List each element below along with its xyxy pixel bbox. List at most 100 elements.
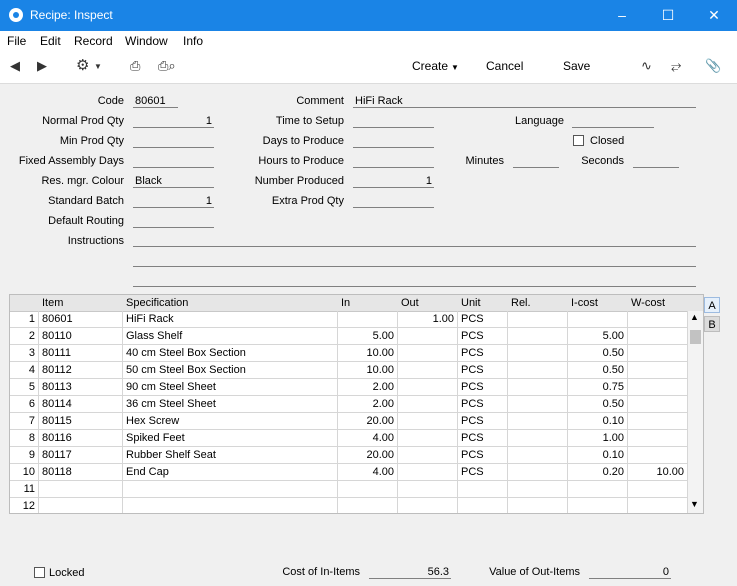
minutes-field[interactable] bbox=[513, 155, 559, 168]
rel-cell[interactable] bbox=[508, 379, 568, 395]
rel-cell[interactable] bbox=[508, 345, 568, 361]
item-cell[interactable]: 80112 bbox=[39, 362, 123, 378]
menu-edit[interactable]: Edit bbox=[40, 34, 61, 48]
specification-cell[interactable]: HiFi Rack bbox=[123, 311, 338, 327]
in-cell[interactable] bbox=[338, 311, 398, 327]
item-cell[interactable] bbox=[39, 481, 123, 497]
save-button[interactable]: Save bbox=[563, 59, 590, 73]
maximize-icon[interactable]: ☐ bbox=[645, 0, 691, 31]
table-row[interactable]: 2 80110 Glass Shelf 5.00 PCS 5.00 bbox=[10, 328, 688, 345]
attachment-icon[interactable]: 📎 bbox=[705, 58, 721, 74]
unit-cell[interactable]: PCS bbox=[458, 396, 508, 412]
table-row[interactable]: 6 80114 36 cm Steel Sheet 2.00 PCS 0.50 bbox=[10, 396, 688, 413]
wcost-cell[interactable] bbox=[628, 396, 688, 412]
icost-cell[interactable]: 0.50 bbox=[568, 345, 628, 361]
item-cell[interactable]: 80118 bbox=[39, 464, 123, 480]
in-cell[interactable]: 20.00 bbox=[338, 447, 398, 463]
icost-cell[interactable]: 0.20 bbox=[568, 464, 628, 480]
unit-cell[interactable]: PCS bbox=[458, 379, 508, 395]
specification-cell[interactable] bbox=[123, 481, 338, 497]
code-field[interactable]: 80601 bbox=[133, 95, 178, 108]
specification-cell[interactable]: Glass Shelf bbox=[123, 328, 338, 344]
wcost-cell[interactable] bbox=[628, 481, 688, 497]
out-cell[interactable] bbox=[398, 430, 458, 446]
wcost-cell[interactable] bbox=[628, 379, 688, 395]
specification-cell[interactable] bbox=[123, 498, 338, 513]
instructions-line-2[interactable] bbox=[133, 266, 696, 267]
rel-cell[interactable] bbox=[508, 396, 568, 412]
tab-a[interactable]: A bbox=[704, 297, 720, 313]
rel-cell[interactable] bbox=[508, 464, 568, 480]
comment-field[interactable]: HiFi Rack bbox=[353, 95, 696, 108]
normal-prod-qty-field[interactable]: 1 bbox=[133, 115, 214, 128]
in-cell[interactable]: 2.00 bbox=[338, 379, 398, 395]
in-cell[interactable]: 20.00 bbox=[338, 413, 398, 429]
specification-cell[interactable]: Hex Screw bbox=[123, 413, 338, 429]
gear-dropdown-icon[interactable]: ▼ bbox=[94, 62, 102, 71]
item-cell[interactable]: 80114 bbox=[39, 396, 123, 412]
previous-record-icon[interactable]: ◀ bbox=[10, 58, 20, 74]
out-cell[interactable]: 1.00 bbox=[398, 311, 458, 327]
out-cell[interactable] bbox=[398, 464, 458, 480]
in-cell[interactable]: 2.00 bbox=[338, 396, 398, 412]
create-button[interactable]: Create bbox=[412, 59, 448, 73]
col-wcost[interactable]: W-cost bbox=[631, 297, 665, 309]
out-cell[interactable] bbox=[398, 447, 458, 463]
icost-cell[interactable]: 0.10 bbox=[568, 413, 628, 429]
icost-cell[interactable]: 0.75 bbox=[568, 379, 628, 395]
rel-cell[interactable] bbox=[508, 413, 568, 429]
language-field[interactable] bbox=[572, 115, 654, 128]
specification-cell[interactable]: 90 cm Steel Sheet bbox=[123, 379, 338, 395]
rel-cell[interactable] bbox=[508, 430, 568, 446]
out-cell[interactable] bbox=[398, 345, 458, 361]
in-cell[interactable]: 10.00 bbox=[338, 345, 398, 361]
out-cell[interactable] bbox=[398, 396, 458, 412]
unit-cell[interactable]: PCS bbox=[458, 447, 508, 463]
table-row[interactable]: 7 80115 Hex Screw 20.00 PCS 0.10 bbox=[10, 413, 688, 430]
item-cell[interactable] bbox=[39, 498, 123, 513]
days-to-produce-field[interactable] bbox=[353, 135, 434, 148]
item-cell[interactable]: 80116 bbox=[39, 430, 123, 446]
closed-checkbox[interactable] bbox=[573, 135, 584, 146]
rel-cell[interactable] bbox=[508, 328, 568, 344]
unit-cell[interactable] bbox=[458, 481, 508, 497]
unit-cell[interactable] bbox=[458, 498, 508, 513]
unit-cell[interactable]: PCS bbox=[458, 430, 508, 446]
wcost-cell[interactable] bbox=[628, 311, 688, 327]
col-specification[interactable]: Specification bbox=[126, 297, 188, 309]
table-row[interactable]: 5 80113 90 cm Steel Sheet 2.00 PCS 0.75 bbox=[10, 379, 688, 396]
min-prod-qty-field[interactable] bbox=[133, 135, 214, 148]
menu-record[interactable]: Record bbox=[74, 34, 113, 48]
in-cell[interactable]: 4.00 bbox=[338, 464, 398, 480]
menu-file[interactable]: File bbox=[7, 34, 26, 48]
icost-cell[interactable]: 0.10 bbox=[568, 447, 628, 463]
icost-cell[interactable] bbox=[568, 481, 628, 497]
print-icon[interactable]: ⎙ bbox=[130, 58, 140, 74]
item-cell[interactable]: 80117 bbox=[39, 447, 123, 463]
scroll-thumb[interactable] bbox=[690, 330, 701, 344]
in-cell[interactable] bbox=[338, 481, 398, 497]
extra-prod-qty-field[interactable] bbox=[353, 195, 434, 208]
item-cell[interactable]: 80115 bbox=[39, 413, 123, 429]
col-icost[interactable]: I-cost bbox=[571, 297, 598, 309]
specification-cell[interactable]: 36 cm Steel Sheet bbox=[123, 396, 338, 412]
in-cell[interactable]: 5.00 bbox=[338, 328, 398, 344]
out-cell[interactable] bbox=[398, 498, 458, 513]
standard-batch-field[interactable]: 1 bbox=[133, 195, 214, 208]
table-row[interactable]: 10 80118 End Cap 4.00 PCS 0.20 10.00 bbox=[10, 464, 688, 481]
seconds-field[interactable] bbox=[633, 155, 679, 168]
activity-icon[interactable]: ∿ bbox=[641, 58, 652, 74]
table-row[interactable]: 11 bbox=[10, 481, 688, 498]
hours-to-produce-field[interactable] bbox=[353, 155, 434, 168]
default-routing-field[interactable] bbox=[133, 215, 214, 228]
rel-cell[interactable] bbox=[508, 362, 568, 378]
locked-checkbox[interactable] bbox=[34, 567, 45, 578]
unit-cell[interactable]: PCS bbox=[458, 328, 508, 344]
wcost-cell[interactable] bbox=[628, 447, 688, 463]
col-unit[interactable]: Unit bbox=[461, 297, 481, 309]
grid-scrollbar[interactable]: ▲ ▼ bbox=[688, 311, 703, 513]
table-row[interactable]: 8 80116 Spiked Feet 4.00 PCS 1.00 bbox=[10, 430, 688, 447]
out-cell[interactable] bbox=[398, 362, 458, 378]
table-row[interactable]: 3 80111 40 cm Steel Box Section 10.00 PCS 0.5… bbox=[10, 345, 688, 362]
item-cell[interactable]: 80110 bbox=[39, 328, 123, 344]
